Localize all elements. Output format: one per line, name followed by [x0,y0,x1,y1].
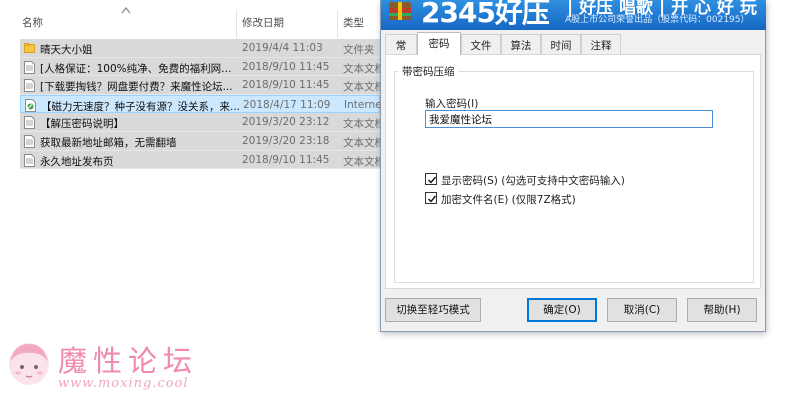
group-title: 带密码压缩 [398,64,459,79]
show-password-label: 显示密码(S) (勾选可支持中文密码输入) [441,175,625,187]
file-date: 2019/4/4 11:03 [242,42,323,54]
file-type: 文件夹 [343,44,375,56]
file-row[interactable]: 晴天大小姐 2019/4/4 11:03 文件夹 [20,39,380,58]
file-date: 2018/4/17 11:09 [243,98,331,111]
file-row[interactable]: 【解压密码说明】 2019/3/20 23:12 文本文档 [20,113,383,132]
brand-name: 2345好压 [421,0,550,29]
text-file-icon [24,79,35,93]
column-type[interactable]: 类型 [343,15,364,30]
file-name: 【磁力无速度？种子没有源？没关系，来... [41,100,241,113]
banner-subline: A股上市公司荣誉出品（股票代码：002195） [565,15,750,25]
file-row[interactable]: 获取最新地址邮箱，无需翻墙 2019/3/20 23:18 文本文档 [20,131,383,151]
file-date: 2018/9/10 11:45 [242,79,330,92]
file-row-selected[interactable]: 【磁力无速度？种子没有源？没关系，来... 2018/4/17 11:09 In… [20,94,384,114]
watermark-title: 魔性论坛 [58,344,199,378]
column-divider[interactable] [236,10,237,38]
column-name[interactable]: 名称 [22,15,43,30]
checkmark-icon [428,176,437,184]
password-panel: 带密码压缩 [385,54,761,289]
file-name: [人格保证：100%纯净、免费的福利网站... [40,62,240,75]
file-date: 2018/9/10 11:45 [242,60,330,73]
file-type: Internet [344,98,384,111]
file-name: [下载要掏钱？网盘要付费？来魔性论坛... [40,81,233,94]
show-password-checkbox[interactable]: 显示密码(S) (勾选可支持中文密码输入) [425,173,745,187]
archive-settings-dialog: 2345好压 | 好压 唱歌 | 开 心 好 玩 A股上市公司荣誉出品（股票代码… [380,0,766,332]
file-row[interactable]: [下载要掏钱？网盘要付费？来魔性论坛... 2018/9/10 11:45 文本… [20,76,383,95]
ok-button[interactable]: 确定(O) [527,298,597,322]
file-name: 永久地址发布页 [40,155,114,168]
sort-ascending-icon [121,7,131,14]
file-type: 文本文档 [343,136,383,149]
text-file-icon [24,134,35,148]
tab-general[interactable]: 常规 [385,34,417,67]
watermark-url: www.moxing.cool [58,376,189,391]
help-button[interactable]: 帮助(H) [687,298,757,322]
file-type: 文本文档 [343,62,383,75]
file-row[interactable]: 永久地址发布页 2018/9/10 11:45 文本文档 [20,150,383,170]
column-date[interactable]: 修改日期 [242,15,284,30]
switch-simple-mode-button[interactable]: 切换至轻巧模式 [385,298,481,322]
internet-shortcut-icon [25,98,36,112]
cancel-button[interactable]: 取消(C) [607,298,677,322]
password-input[interactable] [425,110,713,128]
file-date: 2019/3/20 23:18 [242,134,330,147]
column-divider[interactable] [337,10,338,38]
file-name: 获取最新地址邮箱，无需翻墙 [40,136,177,149]
folder-icon [24,43,35,53]
tab-files[interactable]: 文件 [461,34,501,54]
encrypt-filenames-checkbox[interactable]: 加密文件名(E) (仅限7Z格式) [425,192,745,206]
text-file-icon [24,60,35,74]
app-banner: 2345好压 | 好压 唱歌 | 开 心 好 玩 A股上市公司荣誉出品（股票代码… [381,0,766,30]
archive-logo-icon [389,2,411,20]
file-type: 文本文档 [343,81,383,94]
file-date: 2019/3/20 23:12 [242,116,330,129]
file-name: 晴天大小姐 [40,44,93,56]
password-label: 输入密码(I) [425,98,479,110]
tab-time[interactable]: 时间 [541,34,581,54]
checkmark-icon [428,195,437,203]
file-type: 文本文档 [343,118,383,131]
checkbox-box[interactable] [425,192,437,204]
tab-comment[interactable]: 注释 [581,34,621,54]
text-file-icon [24,116,35,130]
text-file-icon [24,153,35,167]
tab-password[interactable]: 密码 [417,32,461,55]
encrypt-filenames-label: 加密文件名(E) (仅限7Z格式) [441,194,576,206]
file-name: 【解压密码说明】 [40,118,124,131]
file-list: 晴天大小姐 2019/4/4 11:03 文件夹 [人格保证：100%纯净、免费… [20,39,384,170]
file-row[interactable]: [人格保证：100%纯净、免费的福利网站... 2018/9/10 11:45 … [20,57,383,77]
mascot-face-icon [9,343,49,385]
column-header: 名称 修改日期 类型 [0,0,380,40]
checkbox-box[interactable] [425,173,437,185]
file-date: 2018/9/10 11:45 [242,153,330,166]
file-type: 文本文档 [343,155,383,168]
tab-algorithm[interactable]: 算法 [501,34,541,54]
